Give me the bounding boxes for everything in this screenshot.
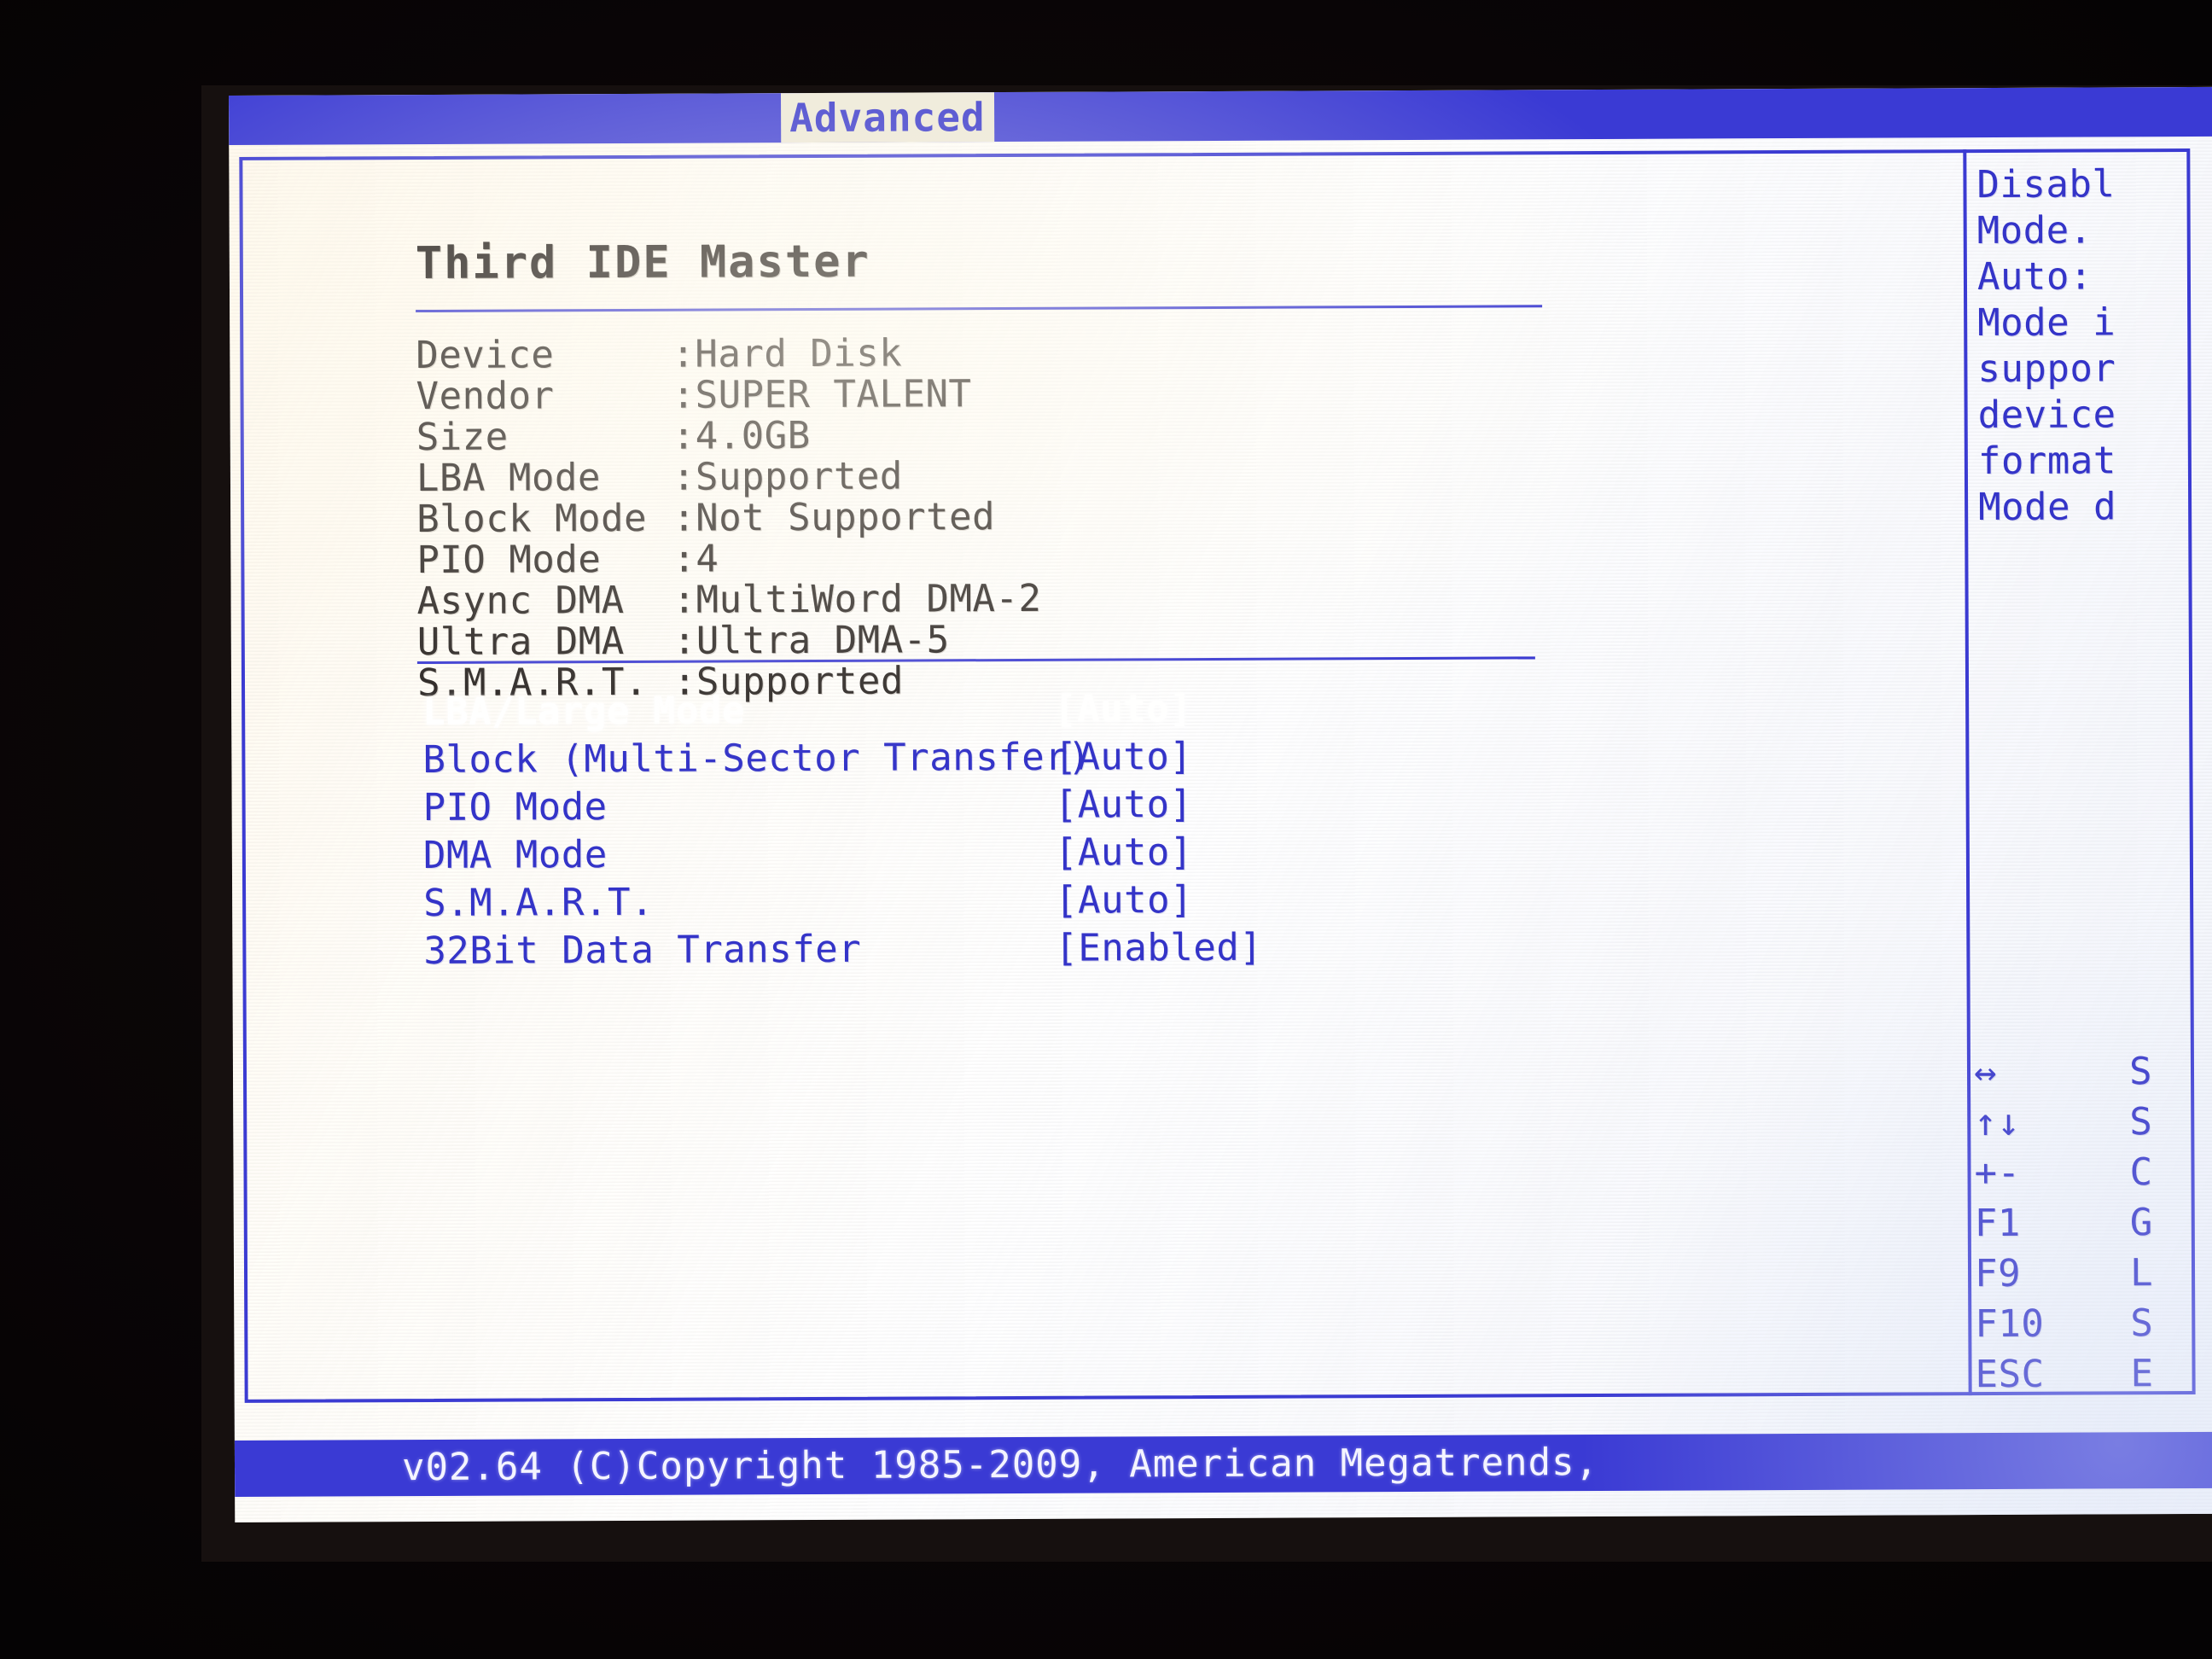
- setting-value[interactable]: [Enabled]: [1055, 926, 1262, 970]
- setting-row[interactable]: PIO Mode [Auto]: [423, 780, 1703, 834]
- setting-label: 32Bit Data Transfer: [423, 927, 862, 974]
- key-cap-label: ↑↓: [1974, 1100, 2021, 1145]
- key-desc-label: G: [2129, 1201, 2153, 1245]
- monitor-photo: Advanced Third IDE Master Device :Hard Di…: [0, 0, 2212, 1659]
- key-legend-row: ↔ S: [1974, 1050, 2212, 1101]
- key-desc-label: S: [2130, 1301, 2154, 1346]
- bios-screen: Advanced Third IDE Master Device :Hard Di…: [229, 86, 2212, 1522]
- setting-value[interactable]: [Auto]: [1055, 830, 1193, 875]
- device-info-row: PIO Mode :4: [416, 533, 1611, 583]
- setting-label: PIO Mode: [422, 785, 608, 830]
- device-info-row: Block Mode :Not Supported: [416, 492, 1611, 542]
- setting-value[interactable]: [Auto]: [1055, 878, 1193, 923]
- help-text-line: Disabl: [1976, 162, 2116, 207]
- main-column: Third IDE Master Device :Hard Disk Vendor:…: [253, 160, 1956, 1393]
- device-info-label: LBA Mode: [416, 456, 601, 501]
- key-desc-label: S: [2128, 1050, 2153, 1094]
- device-info-row: Ultra DMA :Ultra DMA-5: [416, 615, 1612, 665]
- help-panel: Disabl Mode. Auto: Mode i suppor device format…: [1976, 162, 2212, 532]
- device-info-value: :4.0GB: [672, 414, 811, 458]
- tab-advanced[interactable]: Advanced: [780, 92, 994, 143]
- help-text-line: Mode.: [1976, 208, 2093, 253]
- help-text-line: format: [1977, 439, 2116, 484]
- key-legend-row: ↑↓ S: [1974, 1100, 2212, 1151]
- device-info-value: :Hard Disk: [672, 331, 903, 376]
- key-cap-label: ↔: [1973, 1050, 1998, 1095]
- device-info-value: :4: [672, 537, 719, 581]
- key-cap-label: F1: [1974, 1201, 2021, 1246]
- key-desc-label: S: [2129, 1100, 2153, 1144]
- help-text-line: Mode d: [1978, 485, 2117, 530]
- device-info-label: Size: [416, 415, 509, 460]
- device-info-row: LBA Mode :Supported: [416, 451, 1611, 501]
- device-info-value: :SUPER TALENT: [672, 372, 972, 417]
- key-cap-label: F10: [1975, 1301, 2045, 1347]
- device-info-row: Async DMA :MultiWord DMA-2: [416, 574, 1611, 624]
- copyright-text: v02.64 (C)Copyright 1985-2009, American …: [401, 1441, 1599, 1490]
- setting-label: LBA/Large Mode: [422, 689, 746, 735]
- device-info-value: :Ultra DMA-5: [672, 618, 950, 663]
- key-legend-row: F9 L: [1975, 1251, 2212, 1302]
- setting-row[interactable]: Block (Multi-Sector Transfer)[Auto]: [422, 732, 1703, 786]
- help-text-line: Mode i: [1977, 300, 2116, 346]
- help-text-line: device: [1977, 393, 2116, 438]
- device-info-label: Async DMA: [416, 578, 625, 624]
- device-info-label: PIO Mode: [416, 538, 602, 583]
- setting-value[interactable]: [Auto]: [1055, 783, 1193, 827]
- setting-value[interactable]: [Auto]: [1054, 735, 1192, 779]
- setting-row[interactable]: DMA Mode [Auto]: [423, 828, 1703, 882]
- device-info-value: :Not Supported: [672, 495, 996, 540]
- divider-top: [416, 305, 1543, 313]
- key-legend-row: +- C: [1974, 1150, 2212, 1202]
- setting-value[interactable]: [Auto]: [1054, 687, 1192, 731]
- key-cap-label: F9: [1974, 1251, 2022, 1296]
- device-info-row: Vendor :SUPER TALENT: [416, 370, 1610, 419]
- key-desc-label: E: [2130, 1352, 2154, 1396]
- key-legend-row: F10 S: [1975, 1301, 2212, 1353]
- key-cap-label: ESC: [1975, 1352, 2045, 1397]
- device-info-label: Vendor: [416, 374, 555, 419]
- device-info-row: Device :Hard Disk: [416, 329, 1610, 378]
- setting-label: S.M.A.R.T.: [423, 880, 655, 926]
- page-title: Third IDE Master: [415, 236, 870, 290]
- menu-bar: Advanced: [229, 86, 2212, 145]
- key-legend-row: F1 G: [1975, 1201, 2212, 1252]
- setting-label: DMA Mode: [422, 833, 608, 878]
- setting-row[interactable]: LBA/Large Mode [Auto]: [422, 684, 1703, 738]
- device-info-label: Block Mode: [416, 496, 648, 542]
- help-text-line: Auto:: [1976, 254, 2093, 300]
- device-info-list: Device :Hard Disk Vendor :SUPER TALENT Size:…: [416, 329, 1612, 705]
- footer-bar: v02.64 (C)Copyright 1985-2009, American …: [234, 1431, 2212, 1497]
- device-info-row: Size :4.0GB: [416, 410, 1611, 460]
- device-info-label: Device: [416, 333, 555, 378]
- setting-label: Block (Multi-Sector Transfer): [422, 735, 1091, 783]
- device-info-value: :Supported: [672, 454, 903, 499]
- key-desc-label: C: [2129, 1150, 2153, 1195]
- setting-row[interactable]: 32Bit Data Transfer [Enabled]: [423, 923, 1703, 977]
- setting-row[interactable]: S.M.A.R.T. [Auto]: [423, 876, 1703, 929]
- device-info-label: Ultra DMA: [416, 619, 625, 665]
- key-legend-row: ESC E: [1975, 1352, 2212, 1403]
- settings-list: LBA/Large Mode [Auto] Block (Multi-Sector …: [422, 684, 1703, 977]
- key-cap-label: +-: [1974, 1150, 2021, 1196]
- key-desc-label: L: [2129, 1251, 2154, 1295]
- key-legend: ↔ S ↑↓ S +- C F1 G F9 L F10 S ESC E: [1974, 1050, 2212, 1403]
- help-text-line: suppor: [1977, 346, 2116, 392]
- device-info-value: :MultiWord DMA-2: [672, 576, 1042, 622]
